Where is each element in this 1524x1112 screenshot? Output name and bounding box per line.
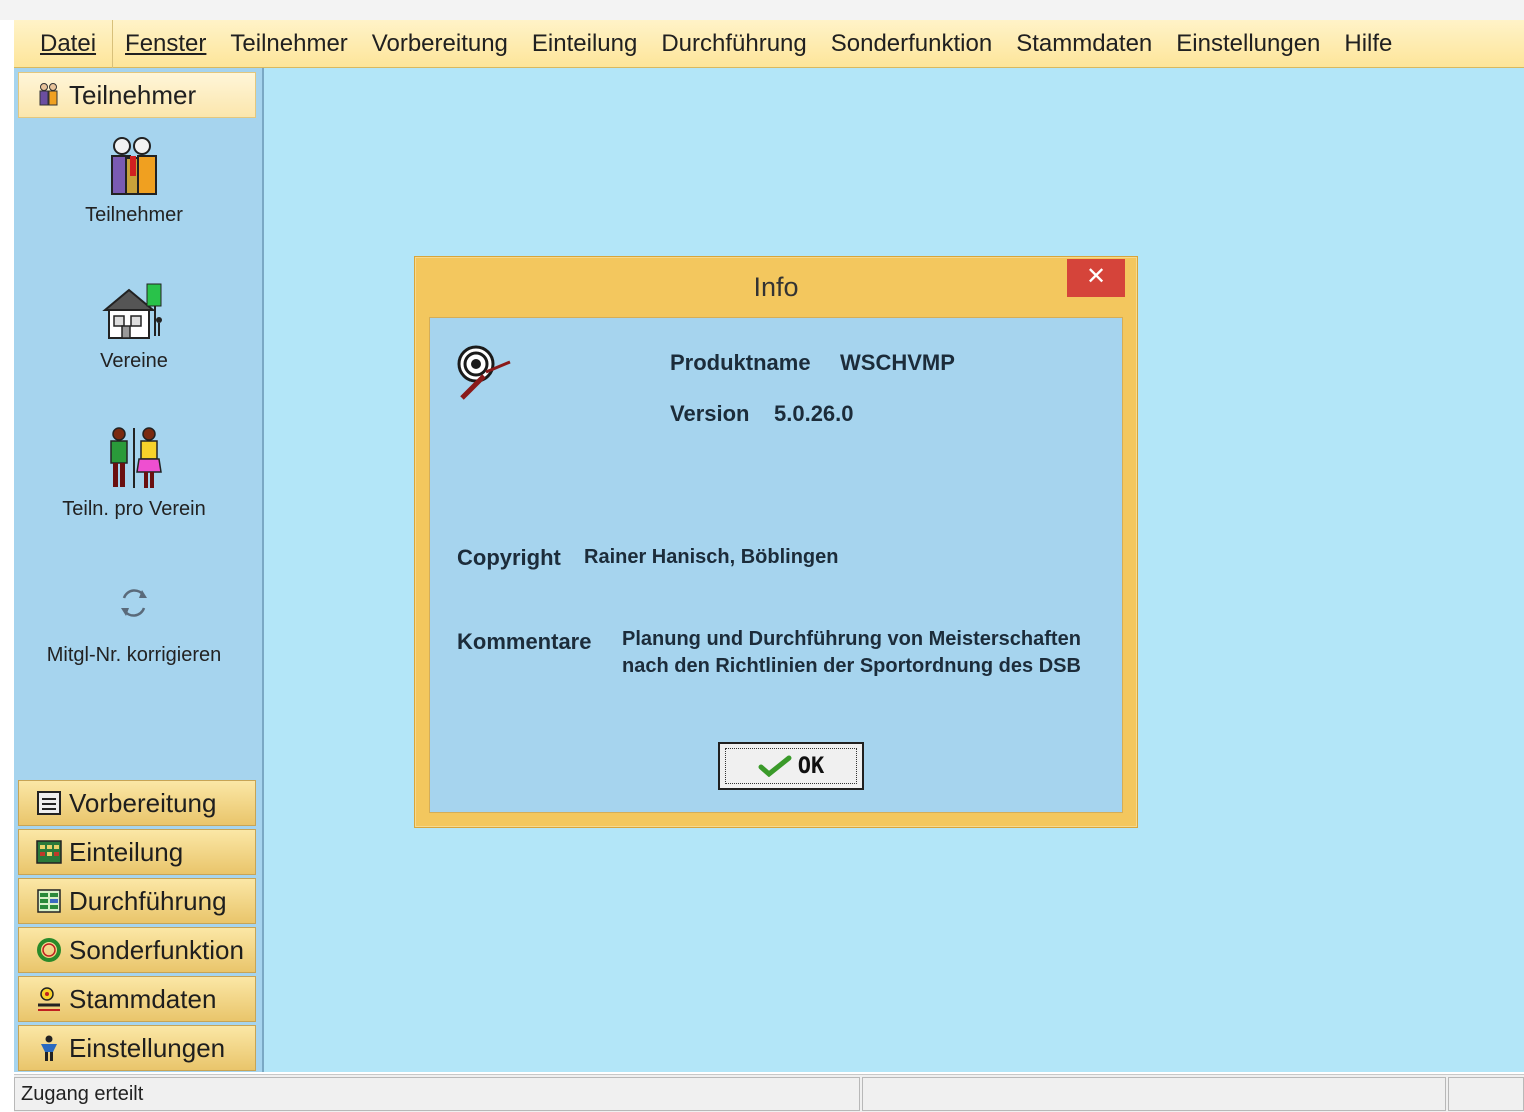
schedule-grid-icon	[36, 840, 62, 864]
sidebar-item-label: Vereine	[100, 350, 168, 372]
copyright-value: Rainer Hanisch, Böblingen	[584, 546, 839, 568]
version-label: Version	[670, 401, 750, 426]
menu-hilfe[interactable]: Hilfe	[1332, 20, 1404, 68]
group-durchfuehrung[interactable]: Durchführung	[18, 878, 256, 924]
group-sonderfunktion[interactable]: Sonderfunktion	[18, 927, 256, 973]
product-value: WSCHVMP	[840, 350, 955, 375]
menu-fenster[interactable]: Fenster	[113, 20, 218, 68]
person-settings-icon	[41, 1035, 57, 1061]
sidebar: Teilnehmer Teilnehmer Vereine Teiln. pro…	[14, 68, 264, 1072]
menu-stammdaten[interactable]: Stammdaten	[1004, 20, 1164, 68]
status-pane-middle	[862, 1077, 1446, 1111]
clubhouse-icon	[102, 283, 162, 339]
window-top-strip	[0, 0, 1524, 20]
menu-datei[interactable]: Datei	[28, 19, 114, 68]
sidebar-item-teiln-pro-verein[interactable]: Teiln. pro Verein	[14, 424, 254, 521]
wreath-icon	[37, 938, 61, 962]
dialog-body: Produktname WSCHVMP Version 5.0.26.0 Cop…	[429, 317, 1123, 813]
person-record-icon	[38, 987, 60, 1011]
menu-sonderfunktion[interactable]: Sonderfunktion	[819, 20, 1004, 68]
sidebar-item-vereine[interactable]: Vereine	[14, 282, 254, 373]
menu-einteilung[interactable]: Einteilung	[520, 20, 649, 68]
group-einstellungen[interactable]: Einstellungen	[18, 1025, 256, 1071]
menu-einstellungen[interactable]: Einstellungen	[1164, 20, 1332, 68]
refresh-icon	[121, 589, 147, 617]
status-bar: Zugang erteilt	[14, 1074, 1524, 1112]
participants-icon	[111, 137, 157, 195]
menu-vorbereitung[interactable]: Vorbereitung	[360, 20, 520, 68]
ok-label: OK	[797, 753, 825, 779]
group-stammdaten[interactable]: Stammdaten	[18, 976, 256, 1022]
info-dialog: Info ✕ Produktname WSCHVMP Version 5.0.2…	[414, 256, 1138, 828]
sidebar-item-label: Teilnehmer	[85, 204, 183, 226]
copyright-label: Copyright	[457, 545, 561, 570]
sidebar-item-label: Teiln. pro Verein	[62, 498, 206, 520]
target-logo-icon	[457, 345, 511, 400]
menu-teilnehmer[interactable]: Teilnehmer	[218, 20, 359, 68]
checkmark-icon	[758, 755, 792, 777]
sidebar-header-label: Teilnehmer	[69, 79, 197, 110]
group-label: Vorbereitung	[69, 787, 217, 818]
clipboard-icon	[37, 791, 61, 815]
sidebar-header-teilnehmer[interactable]: Teilnehmer	[18, 72, 256, 118]
group-einteilung[interactable]: Einteilung	[18, 829, 256, 875]
product-label: Produktname	[670, 350, 811, 375]
group-label: Durchführung	[69, 885, 227, 916]
ok-button-face: OK	[725, 748, 857, 784]
dialog-title: Info	[753, 272, 799, 302]
ok-button[interactable]: OK	[718, 742, 864, 790]
sidebar-item-mitgl-nr-korrigieren[interactable]: Mitgl-Nr. korrigieren	[14, 584, 254, 667]
couple-icon	[110, 427, 162, 488]
status-text: Zugang erteilt	[14, 1077, 860, 1111]
close-button[interactable]: ✕	[1067, 259, 1125, 297]
participants-icon	[39, 83, 58, 106]
sidebar-item-teilnehmer[interactable]: Teilnehmer	[14, 134, 254, 227]
menu-bar: Datei Fenster Teilnehmer Vorbereitung Ei…	[14, 19, 1524, 68]
close-icon: ✕	[1085, 263, 1107, 290]
comments-label: Kommentare	[457, 629, 592, 654]
spreadsheet-icon	[37, 889, 61, 913]
version-value: 5.0.26.0	[774, 401, 854, 426]
comments-value: Planung und Durchführung von Meisterscha…	[622, 628, 1081, 677]
sidebar-item-label: Mitgl-Nr. korrigieren	[46, 644, 222, 666]
window-left-edge	[0, 20, 14, 1072]
group-label: Einstellungen	[69, 1032, 226, 1063]
status-pane-right	[1448, 1077, 1524, 1111]
group-label: Sonderfunktion	[69, 934, 244, 965]
menu-durchfuehrung[interactable]: Durchführung	[649, 20, 818, 68]
group-vorbereitung[interactable]: Vorbereitung	[18, 780, 256, 826]
group-label: Stammdaten	[69, 983, 217, 1014]
group-label: Einteilung	[69, 836, 184, 867]
